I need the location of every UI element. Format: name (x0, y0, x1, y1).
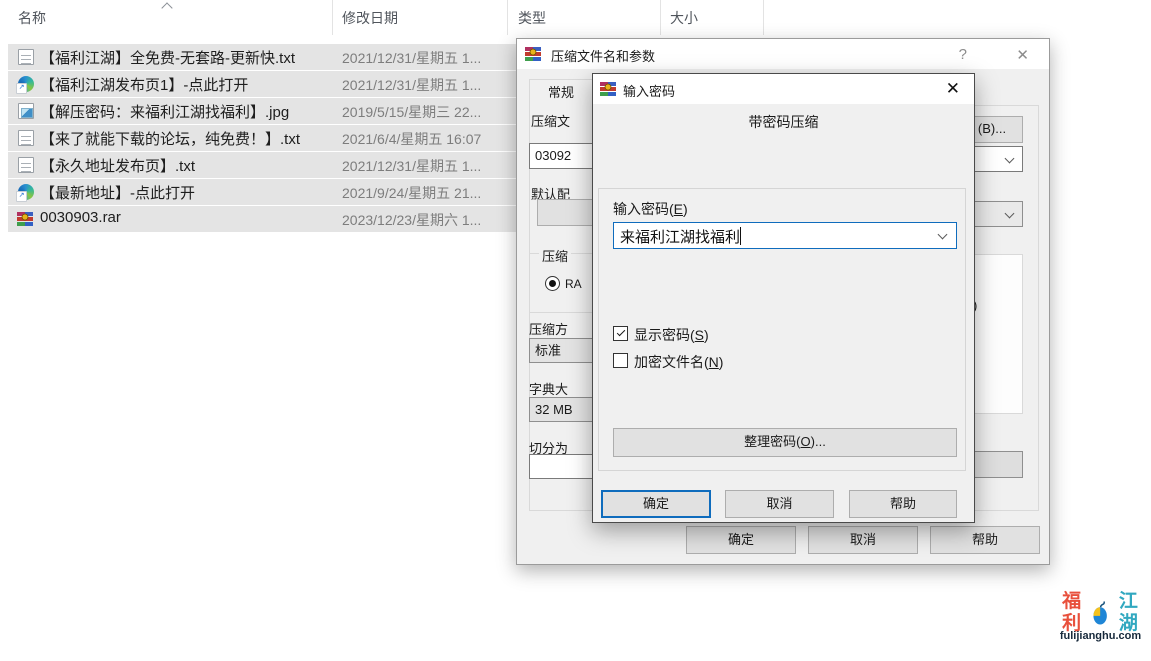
help-button[interactable]: 帮助 (930, 526, 1040, 554)
archive-name-label: 压缩文 (531, 111, 570, 130)
file-name: 【最新地址】-点此打开 (40, 182, 195, 203)
file-row[interactable]: 【福利江湖发布页1】-点此打开 2021/12/31/星期五 1... (8, 71, 516, 97)
file-name: 【福利江湖】全免费-无套路-更新快.txt (40, 47, 295, 68)
column-header-name[interactable]: 名称 (18, 8, 46, 28)
ok-button[interactable]: 确定 (686, 526, 796, 554)
chevron-down-icon (1005, 154, 1015, 164)
file-row[interactable]: 【最新地址】-点此打开 2021/9/24/星期五 21... (8, 179, 516, 205)
column-header-date[interactable]: 修改日期 (342, 8, 398, 28)
column-separator[interactable] (660, 0, 661, 35)
logo-domain: fulijianghu.com (1053, 630, 1148, 642)
file-name: 【永久地址发布页】.txt (40, 155, 195, 176)
text-file-icon (18, 157, 34, 173)
rar-format-radio-label: RA (565, 277, 582, 291)
file-row[interactable]: 0030903.rar 2023/12/23/星期六 1... (8, 206, 516, 232)
site-logo: 福利 江湖 fulijianghu.com (1053, 598, 1148, 654)
file-name: 【来了就能下载的论坛，纯免费！】.txt (40, 128, 300, 149)
file-date: 2021/12/31/星期五 1... (342, 75, 481, 95)
edge-shortcut-icon (18, 76, 34, 92)
file-date: 2021/6/4/星期五 16:07 (342, 129, 481, 149)
sort-ascending-icon (161, 2, 172, 13)
logo-text-right: 江湖 (1110, 591, 1148, 635)
help-button[interactable]: ? (959, 46, 967, 63)
close-icon[interactable]: ✕ (946, 79, 960, 99)
help-button[interactable]: 帮助 (849, 490, 957, 518)
text-file-icon (18, 130, 34, 146)
ok-button[interactable]: 确定 (601, 490, 711, 518)
winrar-archive-icon (17, 211, 33, 227)
chevron-down-icon (938, 230, 948, 240)
checkbox-box (613, 326, 628, 341)
file-row[interactable]: 【永久地址发布页】.txt 2021/12/31/星期五 1... (8, 152, 516, 178)
cancel-button[interactable]: 取消 (808, 526, 918, 554)
tab-general[interactable]: 常规 (529, 79, 593, 106)
file-date: 2021/12/31/星期五 1... (342, 156, 481, 176)
password-input[interactable]: 来福利江湖找福利 (613, 222, 957, 249)
show-password-label: 显示密码(S) (634, 325, 709, 345)
password-value: 来福利江湖找福利 (620, 226, 740, 247)
password-dialog-titlebar[interactable]: 输入密码 ✕ (593, 74, 974, 104)
password-dialog-heading: 带密码压缩 (593, 112, 974, 132)
checkmark-icon (617, 328, 625, 336)
chevron-down-icon (1005, 209, 1015, 219)
organize-passwords-button[interactable]: 整理密码(O)... (613, 428, 957, 457)
file-name: 【解压密码：来福利江湖找福利】.jpg (40, 101, 289, 122)
winrar-app-icon (525, 46, 541, 62)
column-header-size[interactable]: 大小 (670, 8, 698, 28)
archive-dialog-titlebar[interactable]: 压缩文件名和参数 ? ✕ (517, 39, 1049, 69)
column-separator[interactable] (763, 0, 764, 35)
encrypt-file-names-label: 加密文件名(N) (634, 352, 723, 372)
file-row[interactable]: 【解压密码：来福利江湖找福利】.jpg 2019/5/15/星期三 22... (8, 98, 516, 124)
file-list-header: 名称 修改日期 类型 大小 (0, 0, 1151, 35)
rar-format-radio[interactable] (545, 276, 560, 291)
file-date: 2021/12/31/星期五 1... (342, 48, 481, 68)
column-header-type[interactable]: 类型 (518, 8, 546, 28)
column-separator[interactable] (332, 0, 333, 35)
file-name: 【福利江湖发布页1】-点此打开 (40, 74, 248, 95)
file-row[interactable]: 【福利江湖】全免费-无套路-更新快.txt 2021/12/31/星期五 1..… (8, 44, 516, 70)
password-dialog-title: 输入密码 (623, 81, 675, 100)
checkbox-box (613, 353, 628, 368)
compression-method-label: 压缩方 (529, 319, 568, 338)
password-input-label: 输入密码(E) (613, 199, 688, 219)
column-separator[interactable] (507, 0, 508, 35)
file-date: 2019/5/15/星期三 22... (342, 102, 481, 122)
logo-text-left: 福利 (1053, 591, 1091, 635)
image-file-icon (18, 103, 34, 119)
archive-dialog-title: 压缩文件名和参数 (551, 46, 655, 65)
file-row[interactable]: 【来了就能下载的论坛，纯免费！】.txt 2021/6/4/星期五 16:07 (8, 125, 516, 151)
dictionary-size-label: 字典大 (529, 379, 568, 398)
cancel-button[interactable]: 取消 (725, 490, 834, 518)
file-date: 2021/9/24/星期五 21... (342, 183, 481, 203)
close-icon[interactable]: ✕ (1016, 46, 1029, 64)
winrar-app-icon (600, 81, 616, 97)
text-cursor (740, 227, 741, 245)
file-name: 0030903.rar (40, 209, 121, 226)
mouse-icon (1092, 600, 1108, 626)
archive-format-group-label: 压缩 (539, 246, 571, 265)
enter-password-dialog: 输入密码 ✕ 带密码压缩 输入密码(E) 来福利江湖找福利 显示密码(S) 加密… (592, 73, 975, 523)
text-file-icon (18, 49, 34, 65)
edge-shortcut-icon (18, 184, 34, 200)
file-date: 2023/12/23/星期六 1... (342, 210, 481, 230)
